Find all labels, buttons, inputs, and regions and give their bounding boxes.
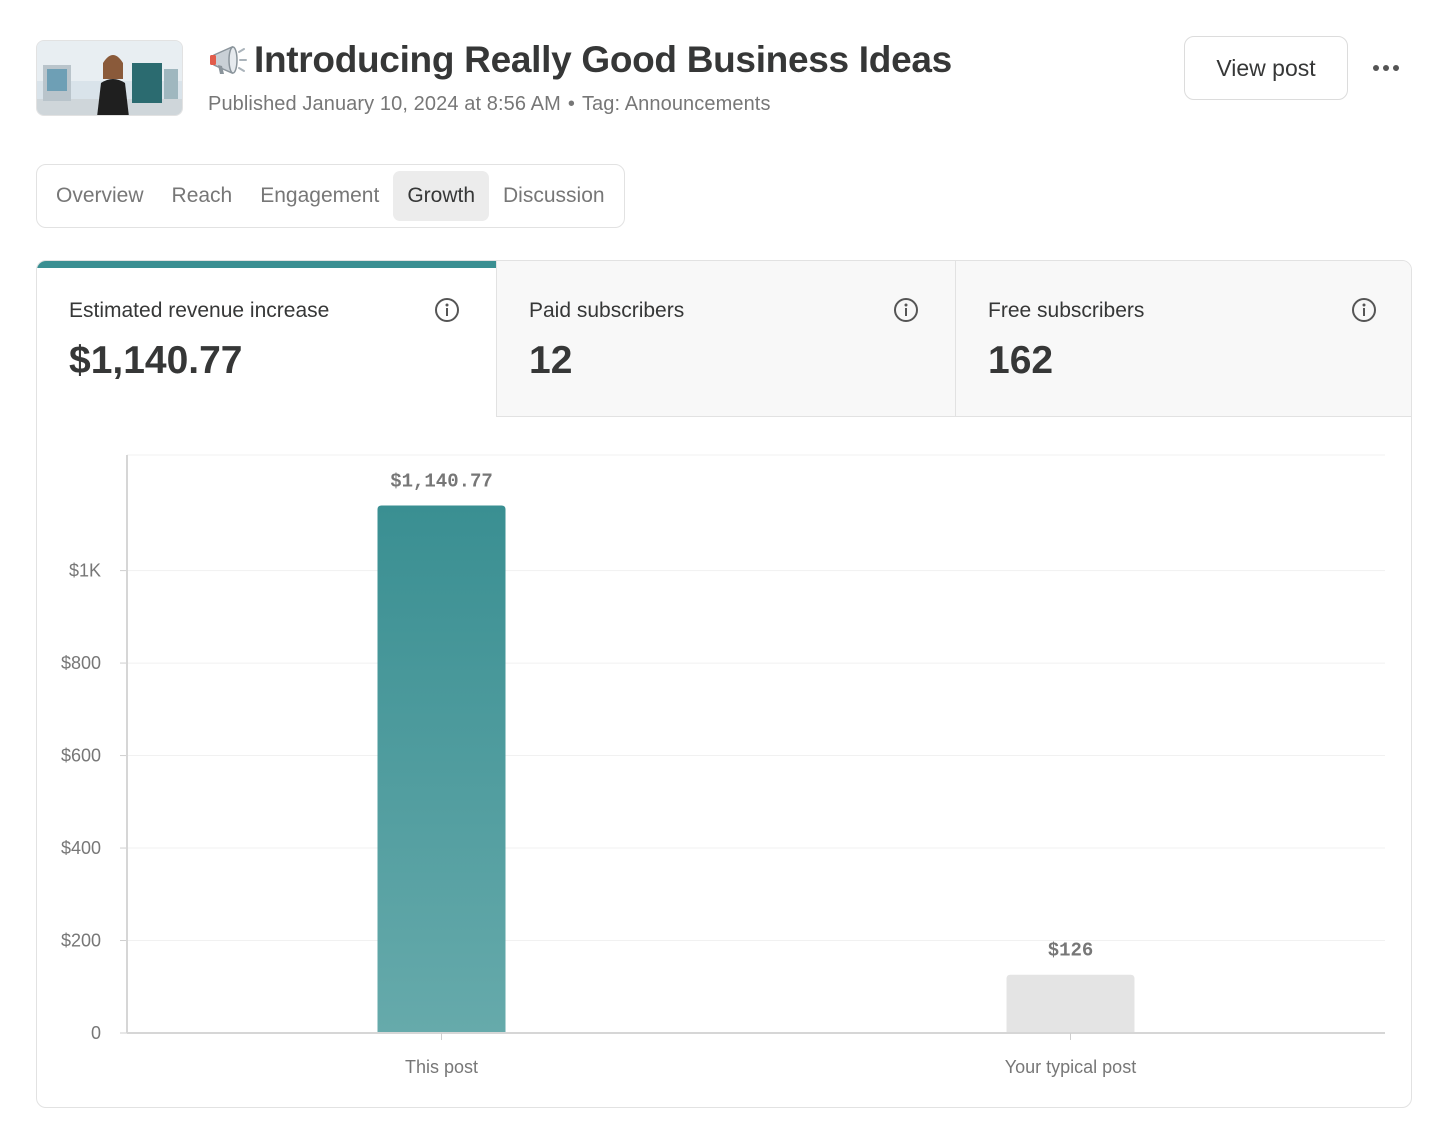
- stat-estimated-revenue[interactable]: Estimated revenue increase $1,140.77: [37, 261, 496, 417]
- tab-growth[interactable]: Growth: [393, 171, 490, 221]
- revenue-bar-chart: $1,140.77 $126 0 $200 $400 $600 $800 $1K This p…: [37, 421, 1411, 1107]
- stat-label: Paid subscribers: [529, 299, 685, 322]
- bar-data-label: $1,140.77: [390, 471, 493, 493]
- stat-value: $1,140.77: [69, 339, 243, 382]
- info-icon[interactable]: [1351, 297, 1377, 323]
- bar-this-post[interactable]: [377, 505, 506, 1033]
- stat-value: 12: [529, 339, 573, 382]
- tab-overview[interactable]: Overview: [42, 171, 158, 221]
- tab-reach[interactable]: Reach: [158, 171, 247, 221]
- x-tick-label: Your typical post: [1005, 1057, 1136, 1077]
- y-tick-label: $600: [61, 746, 101, 766]
- post-title: Introducing Really Good Business Ideas: [208, 36, 952, 84]
- y-tick-label: $200: [61, 931, 101, 951]
- y-tick-label: 0: [91, 1023, 101, 1043]
- y-tick-label: $400: [61, 838, 101, 858]
- stat-value: 162: [988, 339, 1054, 382]
- stat-label: Free subscribers: [988, 299, 1145, 322]
- growth-card: Estimated revenue increase $1,140.77 Pai…: [36, 260, 1412, 1108]
- post-meta: Published January 10, 2024 at 8:56 AM • Ta…: [208, 93, 952, 116]
- post-thumbnail: [36, 40, 183, 116]
- tab-engagement[interactable]: Engagement: [246, 171, 393, 221]
- stat-label: Estimated revenue increase: [69, 299, 330, 322]
- view-post-button[interactable]: View post: [1184, 36, 1348, 100]
- stat-free-subscribers[interactable]: Free subscribers 162: [955, 261, 1411, 417]
- tab-discussion[interactable]: Discussion: [489, 171, 619, 221]
- post-tag: Tag: Announcements: [581, 93, 771, 115]
- more-options-button[interactable]: [1366, 52, 1406, 84]
- meta-separator: •: [567, 93, 575, 115]
- bar-data-label: $126: [1048, 940, 1094, 962]
- y-tick-label: $1K: [69, 561, 101, 581]
- x-tick-label: This post: [405, 1057, 478, 1077]
- published-date: Published January 10, 2024 at 8:56 AM: [208, 93, 561, 115]
- y-tick-label: $800: [61, 653, 101, 673]
- chart-svg: $1,140.77 $126 0 $200 $400 $600 $800 $1K This p…: [61, 454, 1385, 1077]
- megaphone-icon: [208, 40, 248, 80]
- analytics-tabs: Overview Reach Engagement Growth Discuss…: [36, 164, 625, 228]
- post-title-text: Introducing Really Good Business Ideas: [254, 39, 952, 80]
- info-icon[interactable]: [434, 297, 460, 323]
- info-icon[interactable]: [893, 297, 919, 323]
- stats-row: Estimated revenue increase $1,140.77 Pai…: [37, 261, 1411, 417]
- post-header: Introducing Really Good Business Ideas P…: [36, 36, 1412, 126]
- stat-paid-subscribers[interactable]: Paid subscribers 12: [496, 261, 955, 417]
- more-horizontal-icon: [1373, 65, 1399, 71]
- bar-typical-post[interactable]: [1006, 974, 1135, 1033]
